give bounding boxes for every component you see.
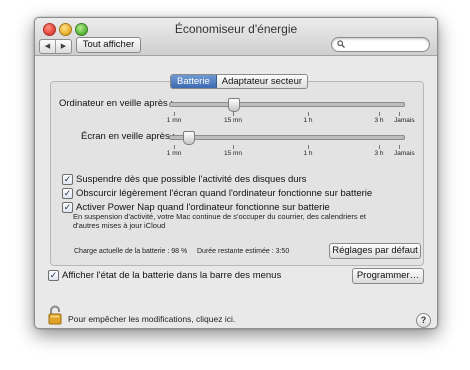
- tick-label: 3 h: [374, 117, 384, 124]
- tick-mark: [233, 112, 234, 116]
- back-button[interactable]: ◀: [40, 40, 56, 53]
- computer-sleep-label: Ordinateur en veille après :: [59, 98, 174, 109]
- display-sleep-label: Écran en veille après :: [81, 131, 175, 142]
- tick-mark: [399, 145, 400, 149]
- tick-mark: [399, 112, 400, 116]
- display-sleep-slider[interactable]: 1 mn 15 mn 1 h 3 h Jamais: [166, 131, 415, 161]
- title-bar: Économiseur d'énergie ◀ ▶ Tout afficher: [35, 18, 437, 56]
- power-nap-description: En suspension d'activité, votre Mac cont…: [73, 212, 367, 230]
- slider-ticks: [169, 145, 405, 149]
- search-field[interactable]: [331, 37, 430, 52]
- tick-label: 15 mn: [223, 150, 243, 157]
- lock-message: Pour empêcher les modifications, cliquez…: [68, 314, 236, 324]
- tick-mark: [174, 145, 175, 149]
- show-all-button[interactable]: Tout afficher: [76, 37, 141, 53]
- tick-mark: [174, 112, 175, 116]
- tick-label: 3 h: [374, 150, 384, 157]
- checkbox[interactable]: ✓: [62, 174, 73, 185]
- tick-mark: [379, 145, 380, 149]
- tick-label: 1 h: [303, 117, 313, 124]
- tick-mark: [233, 145, 234, 149]
- search-icon: [337, 40, 345, 48]
- battery-charge-text: Charge actuelle de la batterie : 98 %: [74, 248, 188, 255]
- schedule-button[interactable]: Programmer…: [352, 268, 424, 284]
- checkbox[interactable]: ✓: [48, 270, 59, 281]
- checkbox-label: Suspendre dès que possible l'activité de…: [76, 174, 307, 185]
- restore-defaults-button[interactable]: Réglages par défaut: [329, 243, 421, 259]
- back-arrow-icon: ◀: [44, 43, 51, 50]
- spin-down-disks-option[interactable]: ✓ Suspendre dès que possible l'activité …: [62, 174, 306, 185]
- slider-track: [169, 135, 405, 140]
- checkbox[interactable]: ✓: [62, 202, 73, 213]
- checkbox-label: Afficher l'état de la batterie dans la b…: [62, 270, 282, 281]
- preferences-window: Économiseur d'énergie ◀ ▶ Tout afficher …: [34, 17, 438, 329]
- tick-label: 1 mn: [166, 150, 182, 157]
- slider-track: [169, 102, 405, 107]
- tab-battery[interactable]: Batterie: [171, 75, 217, 88]
- search-input[interactable]: [348, 39, 424, 49]
- checkbox[interactable]: ✓: [62, 188, 73, 199]
- slider-ticks: [169, 112, 405, 116]
- computer-sleep-slider[interactable]: 1 mn 15 mn 1 h 3 h Jamais: [166, 98, 415, 128]
- tick-label: Jamais: [394, 150, 415, 157]
- tick-label: 15 mn: [223, 117, 243, 124]
- tick-mark: [308, 145, 309, 149]
- tick-label: 1 h: [303, 150, 313, 157]
- tab-power-adapter[interactable]: Adaptateur secteur: [216, 75, 308, 88]
- checkbox-label: Obscurcir légèrement l'écran quand l'ord…: [76, 188, 373, 199]
- tick-label: 1 mn: [166, 117, 182, 124]
- slider-thumb[interactable]: [228, 98, 240, 112]
- tab-bar: Batterie Adaptateur secteur: [170, 74, 309, 89]
- lock-icon[interactable]: [48, 305, 62, 325]
- slider-thumb[interactable]: [183, 131, 195, 145]
- help-button[interactable]: ?: [416, 313, 431, 328]
- nav-buttons: ◀ ▶: [39, 39, 72, 54]
- tick-mark: [379, 112, 380, 116]
- window-title: Économiseur d'énergie: [174, 22, 298, 36]
- forward-arrow-icon: ▶: [60, 43, 67, 50]
- show-battery-status-option[interactable]: ✓ Afficher l'état de la batterie dans la…: [48, 270, 281, 281]
- tick-label: Jamais: [394, 117, 415, 124]
- tick-mark: [308, 112, 309, 116]
- dim-display-option[interactable]: ✓ Obscurcir légèrement l'écran quand l'o…: [62, 188, 372, 199]
- time-remaining-text: Durée restante estimée : 3:50: [197, 248, 290, 255]
- forward-button[interactable]: ▶: [56, 40, 71, 53]
